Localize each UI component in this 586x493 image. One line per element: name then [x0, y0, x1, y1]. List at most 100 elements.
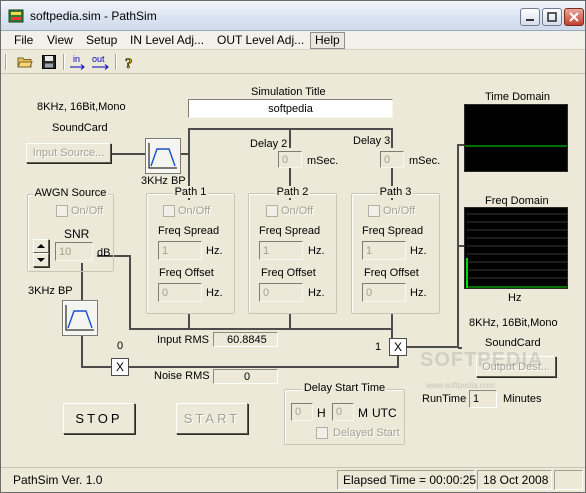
path1-spread-unit: Hz.	[206, 245, 223, 257]
title-bar[interactable]: softpedia.sim - PathSim	[1, 1, 585, 31]
status-bar: PathSim Ver. 1.0 Elapsed Time = 00:00:25…	[1, 467, 585, 492]
input-source-button[interactable]: Input Source...	[26, 143, 111, 163]
path1-onoff-label: On/Off	[178, 205, 211, 217]
menu-help[interactable]: Help	[310, 32, 345, 49]
freq-domain-spectrum	[466, 213, 567, 288]
bp-filter-top[interactable]	[145, 138, 181, 174]
help-button[interactable]: ?	[120, 52, 140, 72]
menu-setup[interactable]: Setup	[82, 32, 121, 49]
snr-down-button[interactable]	[33, 253, 49, 267]
app-icon	[8, 9, 24, 23]
path2-onoff-checkbox[interactable]	[266, 205, 278, 217]
svg-text:?: ?	[125, 56, 133, 70]
wire	[407, 346, 459, 348]
delay3-unit: mSec.	[409, 155, 441, 167]
path1-onoff-checkbox[interactable]	[163, 205, 175, 217]
input-level-icon: in	[70, 54, 85, 70]
status-date: 18 Oct 2008	[477, 470, 552, 490]
path3-spread-input[interactable]: 1	[362, 241, 406, 260]
delay-start-minutes-unit: M	[358, 406, 368, 420]
freq-axis-unit: Hz	[508, 292, 522, 304]
output-level-button[interactable]: out	[91, 52, 111, 72]
menu-out-level-adj[interactable]: OUT Level Adj...	[213, 32, 308, 49]
output-device-label: SoundCard	[485, 337, 541, 349]
input-rms-label: Input RMS	[157, 334, 209, 346]
delayed-start-label: Delayed Start	[333, 427, 400, 439]
delay-start-utc: UTC	[372, 406, 397, 420]
snr-input[interactable]: 10	[55, 242, 93, 261]
output-level-icon: out	[92, 54, 109, 70]
time-domain-scope	[464, 104, 568, 172]
menu-view[interactable]: View	[43, 32, 77, 49]
runtime-input[interactable]: 1	[469, 390, 497, 408]
svg-text:in: in	[73, 54, 80, 64]
path2-offset-input[interactable]: 0	[259, 283, 303, 302]
delay3-input[interactable]: 0	[380, 151, 404, 168]
wire	[111, 153, 145, 155]
menu-file[interactable]: File	[10, 32, 37, 49]
softpedia-watermark-url: www.softpedia.com	[426, 381, 495, 390]
status-version: PathSim Ver. 1.0	[13, 473, 103, 487]
wire	[81, 366, 112, 368]
client-area: 8KHz, 16Bit,Mono SoundCard Input Source.…	[1, 75, 585, 467]
maximize-button[interactable]	[542, 8, 562, 26]
awgn-title: AWGN Source	[32, 187, 109, 199]
path2-spread-label: Freq Spread	[259, 225, 321, 237]
bp-filter-left[interactable]	[62, 300, 98, 336]
save-button[interactable]	[39, 52, 59, 72]
noise-rms-label: Noise RMS	[154, 370, 210, 382]
path1-spread-input[interactable]: 1	[158, 241, 202, 260]
snr-label: SNR	[64, 227, 90, 241]
minimize-button[interactable]	[520, 8, 540, 26]
delay2-unit: mSec.	[307, 155, 339, 167]
wire	[391, 313, 393, 329]
input-level-button[interactable]: in	[68, 52, 88, 72]
arrow-up-icon	[37, 244, 45, 248]
save-disk-icon	[42, 55, 56, 69]
path2-title: Path 2	[274, 186, 311, 198]
simulation-title-label: Simulation Title	[251, 86, 326, 98]
input-rms-value: 60.8845	[213, 332, 278, 347]
delay-start-hours-input[interactable]: 0	[291, 403, 313, 421]
path2-spread-input[interactable]: 1	[259, 241, 303, 260]
delay-start-minutes-input[interactable]: 0	[332, 403, 354, 421]
snr-up-button[interactable]	[33, 239, 49, 253]
runtime-label: RunTime	[422, 393, 467, 405]
delayed-start-checkbox[interactable]	[316, 427, 328, 439]
noise-rms-value: 0	[213, 369, 278, 384]
wire	[391, 128, 393, 148]
window-title: softpedia.sim - PathSim	[30, 9, 157, 23]
svg-text:out: out	[92, 54, 105, 64]
minimize-icon	[526, 19, 534, 21]
arrow-down-icon	[37, 258, 45, 262]
delay2-input[interactable]: 0	[278, 151, 302, 168]
path3-onoff-checkbox[interactable]	[368, 205, 380, 217]
close-icon	[569, 12, 579, 22]
stop-button[interactable]: STOP	[63, 403, 135, 434]
delay-start-hours-unit: H	[317, 406, 326, 420]
wire	[397, 355, 399, 367]
path2-offset-unit: Hz.	[308, 287, 325, 299]
wire	[457, 144, 464, 146]
path2-offset-label: Freq Offset	[261, 267, 316, 279]
toolbar-separator	[63, 54, 65, 70]
path1-offset-unit: Hz.	[206, 287, 223, 299]
delay3-label: Delay 3	[353, 135, 391, 147]
start-button[interactable]: START	[176, 403, 248, 434]
path1-spread-label: Freq Spread	[158, 225, 220, 237]
output-format-label: 8KHz, 16Bit,Mono	[469, 317, 558, 329]
path3-onoff-label: On/Off	[383, 205, 416, 217]
simulation-title-input[interactable]: softpedia	[188, 99, 393, 118]
path1-offset-input[interactable]: 0	[158, 283, 202, 302]
status-extra-panel	[554, 470, 583, 490]
status-elapsed-time: Elapsed Time = 00:00:25	[337, 470, 476, 490]
path3-offset-label: Freq Offset	[364, 267, 419, 279]
signal-gain-label: 1	[375, 341, 382, 353]
input-format-label: 8KHz, 16Bit,Mono	[37, 101, 126, 113]
menu-in-level-adj[interactable]: IN Level Adj...	[126, 32, 208, 49]
open-button[interactable]	[15, 52, 35, 72]
awgn-onoff-checkbox[interactable]	[56, 205, 68, 217]
close-button[interactable]	[564, 8, 584, 26]
wire	[289, 128, 291, 148]
path3-offset-input[interactable]: 0	[362, 283, 406, 302]
